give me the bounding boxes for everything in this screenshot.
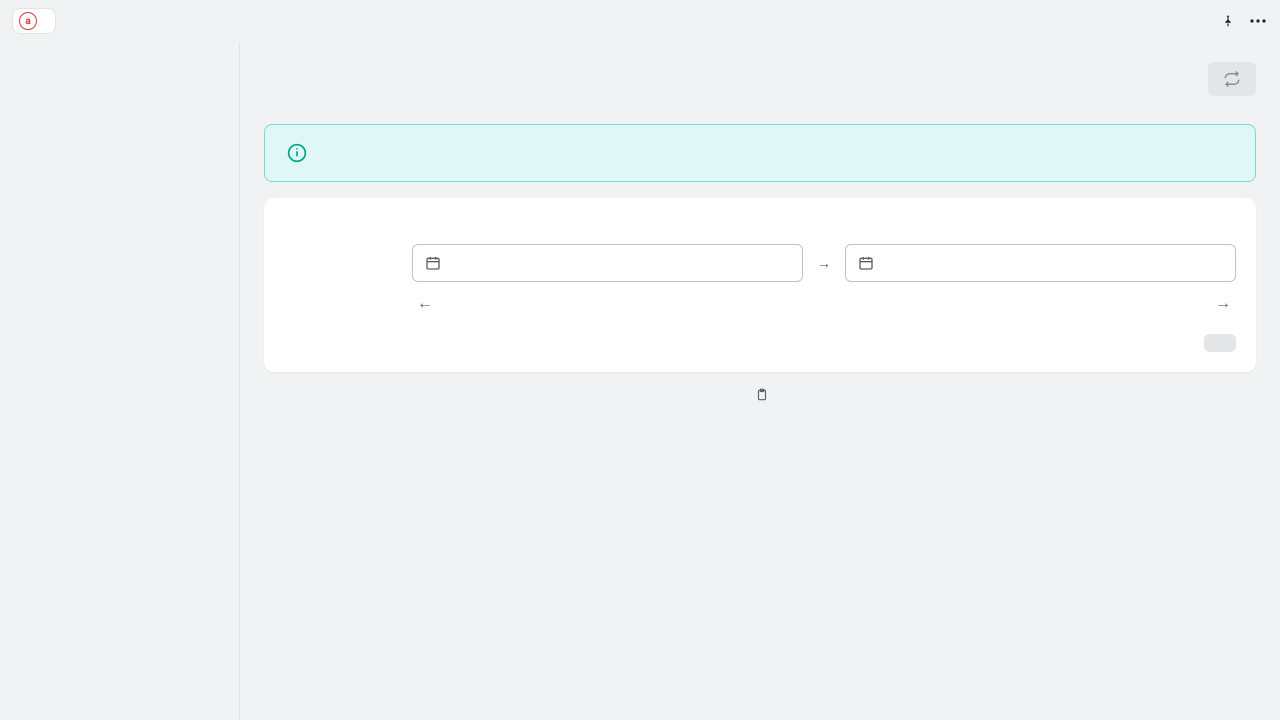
next-month-button[interactable]: → xyxy=(1210,288,1236,318)
import-orders-button[interactable] xyxy=(1204,334,1236,352)
main: → ← xyxy=(240,42,1280,720)
arrow-right-icon: → xyxy=(817,255,831,272)
date-from-input[interactable] xyxy=(412,244,803,282)
date-to-input[interactable] xyxy=(845,244,1236,282)
export-card: → ← xyxy=(264,198,1256,372)
calendar-icon xyxy=(425,255,441,271)
more-icon[interactable] xyxy=(1248,11,1268,31)
calendar-left xyxy=(446,286,820,300)
calendar-left-title xyxy=(446,286,820,300)
calendar-right xyxy=(828,286,1202,300)
topbar: a xyxy=(0,0,1280,42)
info-banner xyxy=(264,124,1256,182)
refresh-button[interactable] xyxy=(1208,62,1256,96)
footer xyxy=(264,372,1256,426)
app-badge[interactable]: a xyxy=(12,8,56,34)
info-icon xyxy=(287,143,307,163)
calendar-right-title xyxy=(828,286,1202,300)
sidebar xyxy=(0,42,240,720)
prev-month-button[interactable]: ← xyxy=(412,288,438,318)
calendar-icon xyxy=(858,255,874,271)
app-logo-icon: a xyxy=(19,12,37,30)
pin-icon[interactable] xyxy=(1218,11,1238,31)
clipboard-icon xyxy=(755,388,769,402)
preset-list xyxy=(284,244,396,318)
